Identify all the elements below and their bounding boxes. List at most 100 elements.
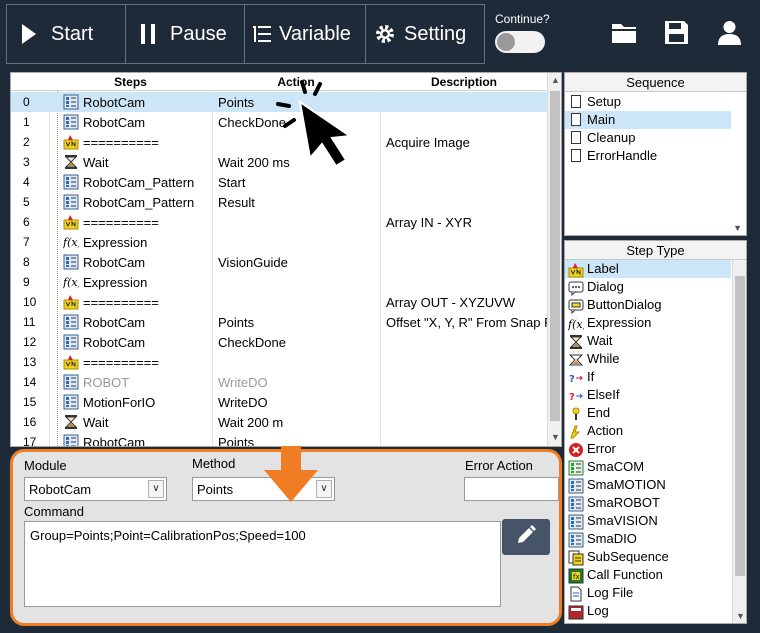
save-icon[interactable] bbox=[664, 20, 689, 50]
row-step: Wait bbox=[83, 415, 109, 430]
step-type-label: Dialog bbox=[587, 279, 624, 294]
hourglass-icon bbox=[63, 414, 79, 430]
table-row[interactable]: 15 MotionForIO WriteDO bbox=[11, 392, 548, 412]
step-type-item-smadio[interactable]: SmaDIO bbox=[565, 530, 731, 548]
step-type-item-call-function[interactable]: fx Call Function bbox=[565, 566, 731, 584]
error-action-select[interactable] bbox=[464, 477, 559, 501]
row-action: Points bbox=[218, 315, 255, 330]
folder-icon[interactable] bbox=[611, 20, 637, 49]
step-type-item-action[interactable]: Action bbox=[565, 422, 731, 440]
step-type-item-smacom[interactable]: SmaCOM bbox=[565, 458, 731, 476]
table-row[interactable]: 10 ========== Array OUT - XYZUVW bbox=[11, 292, 548, 312]
svg-text:?: ? bbox=[569, 374, 575, 385]
svg-text:?: ? bbox=[569, 392, 575, 403]
expression-icon: f(x) bbox=[62, 274, 82, 290]
steps-scrollbar[interactable]: ▲ ▼ bbox=[547, 73, 561, 446]
variable-button[interactable]: Variable bbox=[245, 5, 366, 63]
step-type-label: Expression bbox=[587, 315, 652, 330]
column-description[interactable]: Description bbox=[380, 75, 548, 89]
step-type-label: ButtonDialog bbox=[587, 297, 662, 312]
row-number: 6 bbox=[23, 215, 30, 229]
step-type-item-dialog[interactable]: Dialog bbox=[565, 278, 731, 297]
module-icon bbox=[63, 94, 79, 110]
step-type-item-smarobot[interactable]: SmaROBOT bbox=[565, 494, 731, 512]
error-icon bbox=[568, 442, 583, 457]
step-type-item-buttondialog[interactable]: ButtonDialog bbox=[565, 296, 731, 315]
step-type-scrollbar[interactable]: ▼ bbox=[732, 260, 746, 623]
step-type-item-if[interactable]: ? If bbox=[565, 368, 731, 386]
row-number: 17 bbox=[23, 435, 37, 447]
column-steps[interactable]: Steps bbox=[49, 75, 212, 89]
table-row[interactable]: 4 RobotCam_Pattern Start bbox=[11, 172, 548, 192]
row-number: 2 bbox=[23, 135, 30, 149]
label-icon bbox=[63, 354, 79, 370]
sequence-item-main[interactable]: Main bbox=[565, 111, 731, 129]
step-type-item-log[interactable]: Log bbox=[565, 602, 731, 620]
table-row[interactable]: 6 ========== Array IN - XYR bbox=[11, 212, 548, 232]
list-icon bbox=[245, 23, 279, 45]
sequence-panel: Sequence Setup Main Cleanup ErrorHandle … bbox=[564, 72, 747, 236]
table-row[interactable]: 16 Wait Wait 200 m bbox=[11, 412, 548, 432]
step-type-item-wait[interactable]: Wait bbox=[565, 332, 731, 350]
sequence-item-setup[interactable]: Setup bbox=[565, 93, 731, 111]
row-action: Result bbox=[218, 195, 255, 210]
chevron-down-icon[interactable]: ▼ bbox=[733, 223, 742, 233]
table-row[interactable]: 14 ROBOT WriteDO bbox=[11, 372, 548, 392]
step-type-item-log-file[interactable]: Log File bbox=[565, 584, 731, 602]
sequence-item-cleanup[interactable]: Cleanup bbox=[565, 129, 731, 147]
step-type-item-while[interactable]: While bbox=[565, 350, 731, 368]
call-function-icon: fx bbox=[568, 568, 584, 584]
step-type-label: SmaMOTION bbox=[587, 477, 666, 492]
table-row[interactable]: 8 RobotCam VisionGuide bbox=[11, 252, 548, 272]
row-action: VisionGuide bbox=[218, 255, 288, 270]
row-action: WriteDO bbox=[218, 375, 268, 390]
row-step: RobotCam_Pattern bbox=[83, 195, 195, 210]
row-number: 13 bbox=[23, 355, 37, 369]
row-description: Offset "X, Y, R" From Snap P bbox=[386, 315, 553, 330]
table-row[interactable]: 7 f(x) Expression bbox=[11, 232, 548, 252]
step-type-item-subsequence[interactable]: SubSequence bbox=[565, 548, 731, 566]
continue-label: Continue? bbox=[495, 12, 550, 26]
pause-button[interactable]: Pause bbox=[126, 5, 245, 63]
row-number: 8 bbox=[23, 255, 30, 269]
step-type-label: SubSequence bbox=[587, 549, 669, 564]
module-blue-icon bbox=[568, 478, 584, 494]
module-select[interactable]: RobotCam ∨ bbox=[24, 477, 167, 501]
step-type-item-error[interactable]: Error bbox=[565, 440, 731, 458]
command-field[interactable]: Group=Points;Point=CalibrationPos;Speed=… bbox=[24, 521, 501, 607]
row-number: 5 bbox=[23, 195, 30, 209]
step-type-label: SmaDIO bbox=[587, 531, 637, 546]
step-type-item-smavision[interactable]: SmaVISION bbox=[565, 512, 731, 530]
button-dialog-icon bbox=[568, 298, 584, 315]
setting-label: Setting bbox=[404, 22, 467, 45]
module-blue-icon bbox=[568, 496, 584, 512]
step-type-item-label[interactable]: Label bbox=[565, 260, 731, 278]
table-row[interactable]: 13 ========== bbox=[11, 352, 548, 372]
sequence-item-errorhandle[interactable]: ErrorHandle bbox=[565, 147, 731, 165]
table-row[interactable]: 9 f(x) Expression bbox=[11, 272, 548, 292]
continue-toggle[interactable] bbox=[495, 31, 545, 53]
start-button[interactable]: Start bbox=[7, 5, 126, 63]
step-type-label: While bbox=[587, 351, 620, 366]
step-type-item-elseif[interactable]: ? ElseIf bbox=[565, 386, 731, 404]
table-row[interactable]: 12 RobotCam CheckDone bbox=[11, 332, 548, 352]
sequence-title: Sequence bbox=[565, 73, 746, 92]
chevron-down-icon[interactable]: ∨ bbox=[148, 480, 164, 498]
row-step: ========== bbox=[83, 355, 159, 370]
hourglass-icon bbox=[568, 334, 583, 349]
module-label: Module bbox=[24, 458, 67, 473]
user-icon[interactable] bbox=[717, 20, 742, 50]
setting-button[interactable]: Setting bbox=[366, 5, 484, 63]
step-type-label: If bbox=[587, 369, 595, 384]
svg-text:fx: fx bbox=[573, 573, 580, 581]
svg-text:f(x): f(x) bbox=[63, 276, 79, 289]
table-row[interactable]: 5 RobotCam_Pattern Result bbox=[11, 192, 548, 212]
step-type-item-smamotion[interactable]: SmaMOTION bbox=[565, 476, 731, 494]
error-action-label: Error Action bbox=[465, 458, 533, 473]
step-type-item-end[interactable]: End bbox=[565, 404, 731, 422]
edit-command-button[interactable] bbox=[502, 519, 550, 555]
row-action: Wait 200 m bbox=[218, 415, 284, 430]
step-type-item-expression[interactable]: f(x)Expression bbox=[565, 314, 731, 332]
step-type-label: ElseIf bbox=[587, 387, 620, 402]
table-row[interactable]: 11 RobotCam Points Offset "X, Y, R" From Sn… bbox=[11, 312, 553, 332]
